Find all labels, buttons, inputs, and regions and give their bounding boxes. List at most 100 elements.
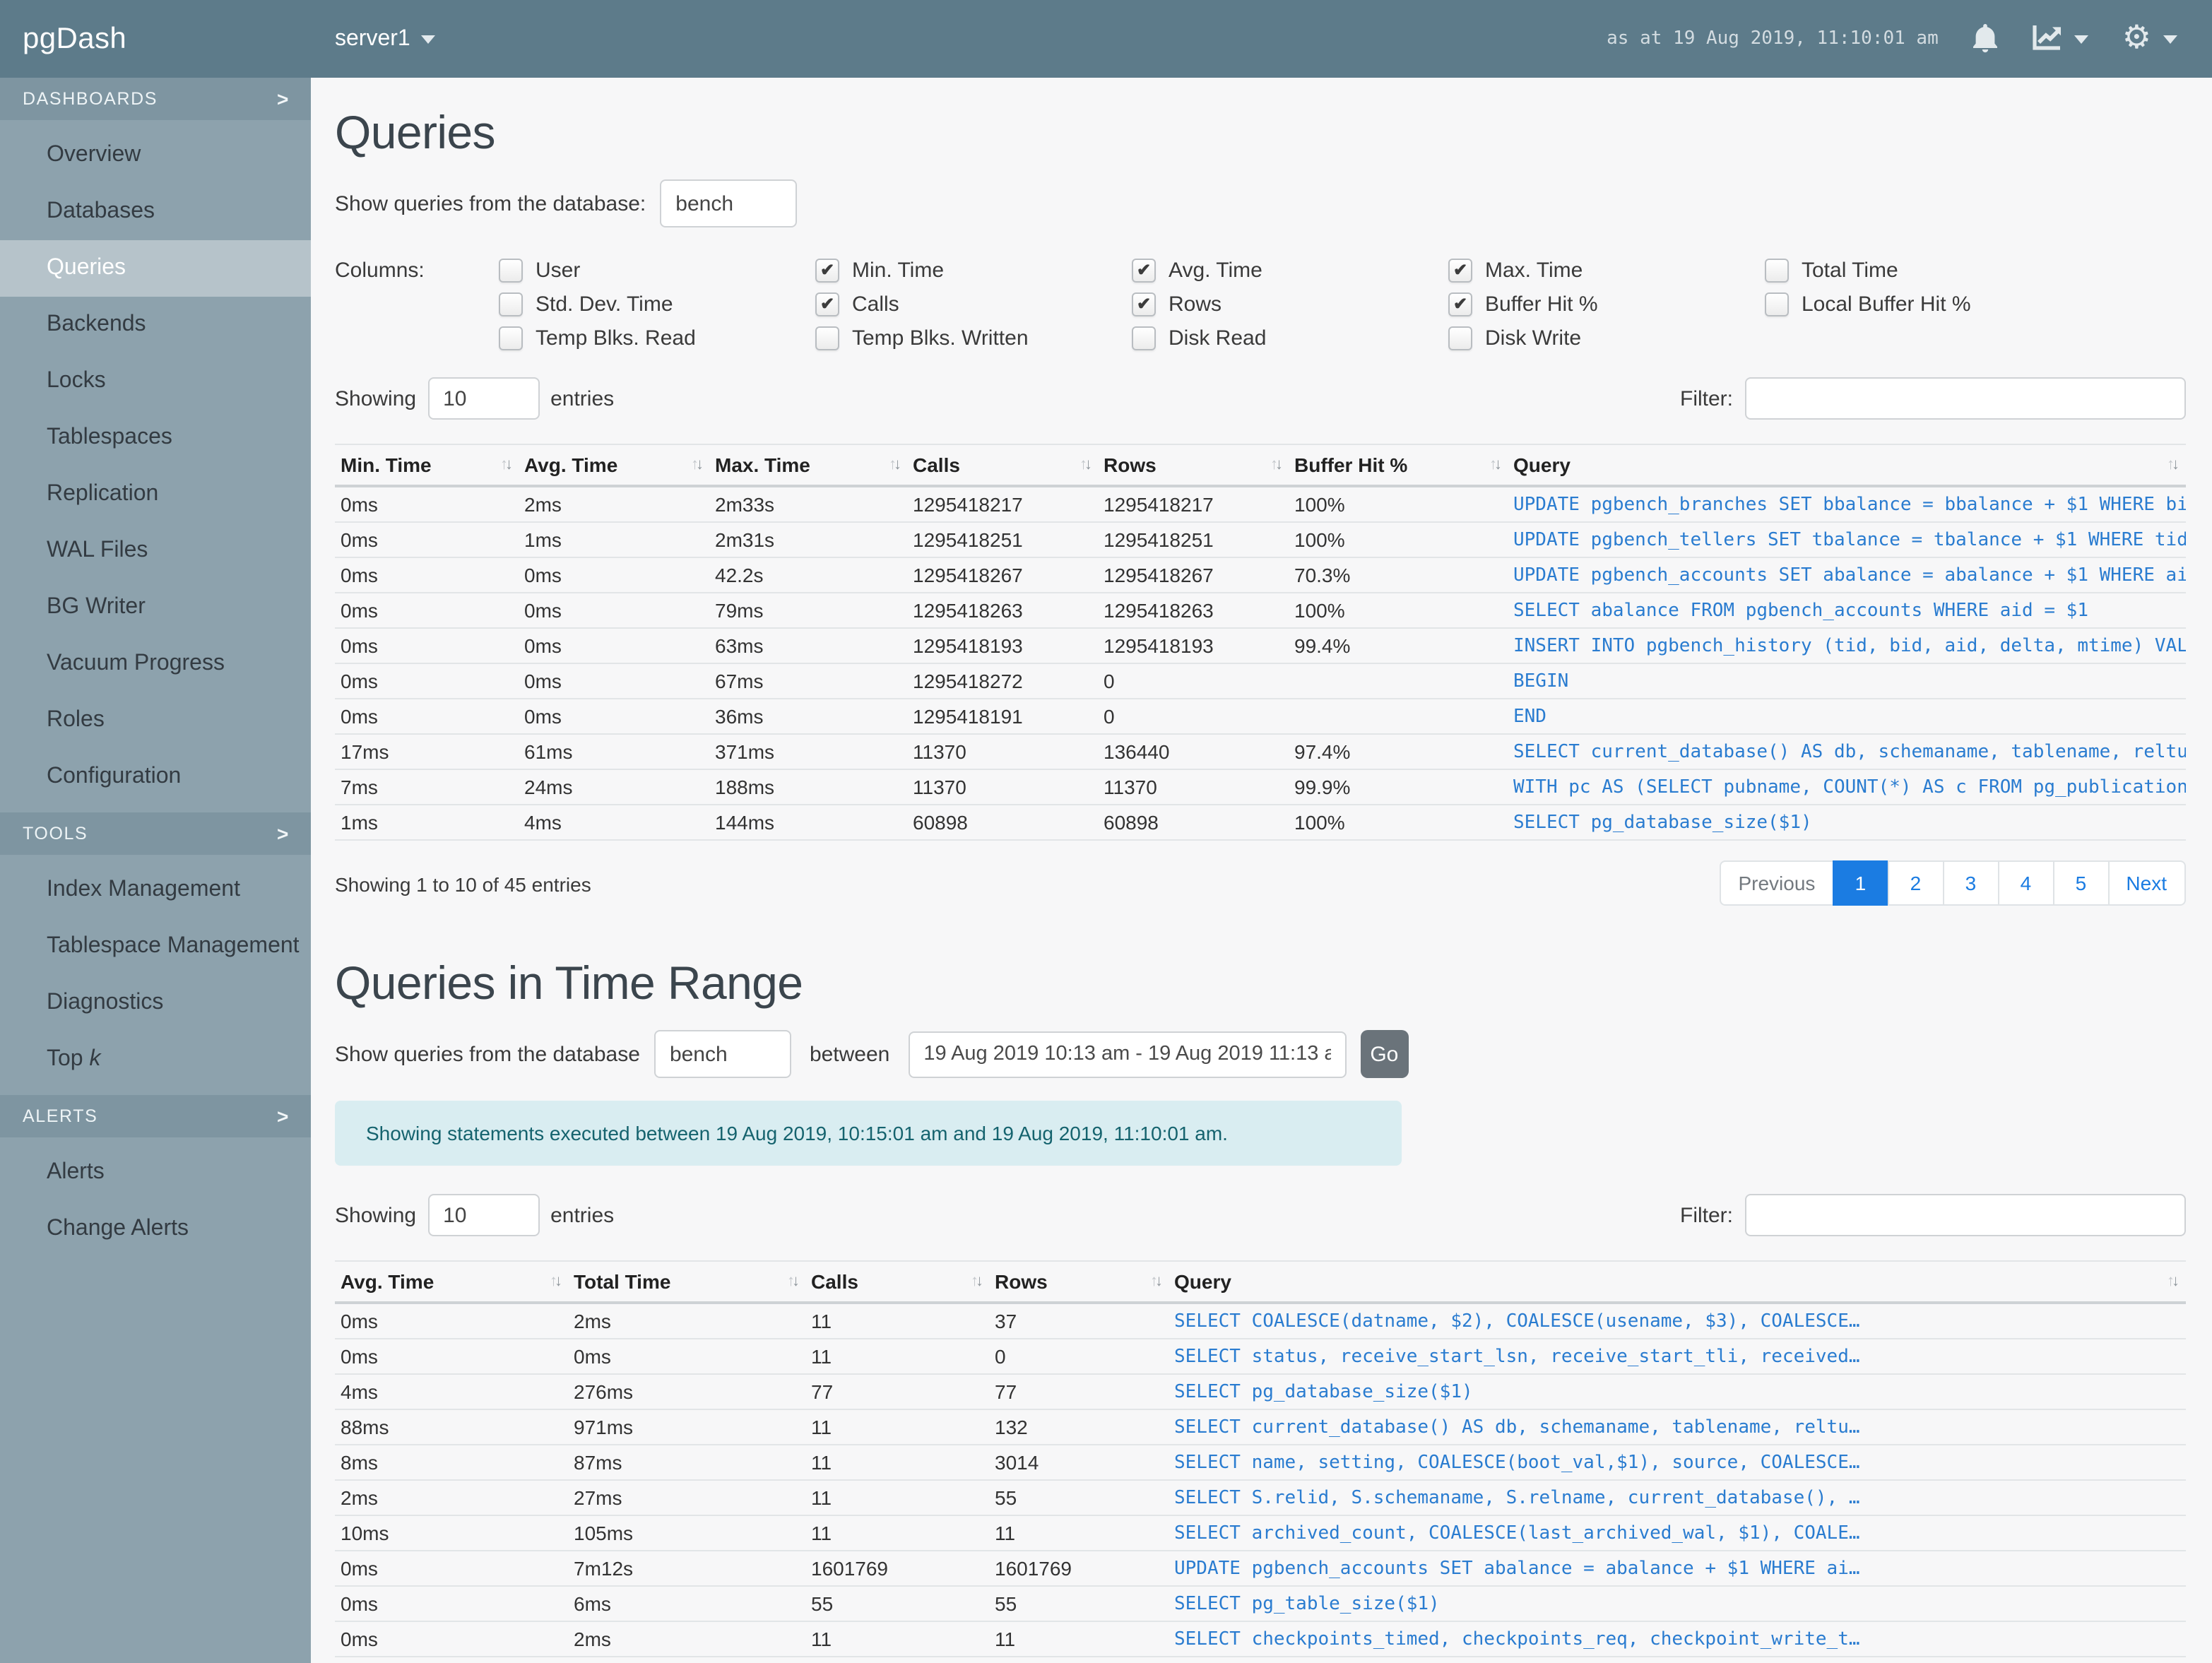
sidebar-section-dashboards[interactable]: DASHBOARDS > bbox=[0, 78, 311, 120]
checkbox-temp-blks-written[interactable] bbox=[815, 326, 839, 350]
query-link[interactable]: SELECT COALESCE(datname, $2), COALESCE(u… bbox=[1174, 1311, 1860, 1332]
checkbox-rows[interactable] bbox=[1132, 292, 1156, 316]
sort-icon[interactable]: ↑↓ bbox=[1150, 1273, 1163, 1290]
pagination-page-4[interactable]: 4 bbox=[1997, 860, 2054, 906]
sort-icon[interactable]: ↑↓ bbox=[691, 456, 704, 473]
pagination-page-1[interactable]: 1 bbox=[1832, 860, 1889, 906]
sidebar-item-replication[interactable]: Replication bbox=[0, 466, 311, 523]
sidebar-item-queries[interactable]: Queries bbox=[0, 240, 311, 297]
column-header-rows[interactable]: Rows ↑↓ bbox=[989, 1260, 1169, 1304]
sort-icon[interactable]: ↑↓ bbox=[500, 456, 513, 473]
checkbox-user[interactable] bbox=[499, 258, 523, 282]
sidebar-section-alerts[interactable]: ALERTS > bbox=[0, 1095, 311, 1137]
column-header-min-time[interactable]: Min. Time ↑↓ bbox=[335, 444, 519, 487]
cell-total-time: 105ms bbox=[568, 1515, 805, 1551]
query-link[interactable]: UPDATE pgbench_tellers SET tbalance = tb… bbox=[1513, 530, 2185, 551]
sort-icon[interactable]: ↑↓ bbox=[971, 1273, 983, 1290]
column-header-max-time[interactable]: Max. Time ↑↓ bbox=[709, 444, 907, 487]
query-link[interactable]: SELECT checkpoints_timed, checkpoints_re… bbox=[1174, 1629, 1860, 1650]
query-link[interactable]: WITH pc AS (SELECT pubname, COUNT(*) AS … bbox=[1513, 777, 2185, 798]
query-link[interactable]: SELECT name, setting, COALESCE(boot_val,… bbox=[1174, 1452, 1860, 1474]
filter-input-2[interactable] bbox=[1744, 1194, 2185, 1236]
column-header-query[interactable]: Query ↑↓ bbox=[1508, 444, 2185, 487]
sidebar-item-databases[interactable]: Databases bbox=[0, 184, 311, 240]
column-header-buffer-hit[interactable]: Buffer Hit % ↑↓ bbox=[1289, 444, 1508, 487]
query-link[interactable]: INSERT INTO pgbench_history (tid, bid, a… bbox=[1513, 636, 2185, 657]
query-link[interactable]: UPDATE pgbench_accounts SET abalance = a… bbox=[1174, 1558, 1860, 1580]
column-header-avg-time[interactable]: Avg. Time ↑↓ bbox=[519, 444, 709, 487]
sidebar-section-tools[interactable]: TOOLS > bbox=[0, 812, 311, 855]
sort-icon[interactable]: ↑↓ bbox=[1080, 456, 1092, 473]
sidebar-item-index-management[interactable]: Index Management bbox=[0, 862, 311, 918]
sidebar-item-wal-files[interactable]: WAL Files bbox=[0, 523, 311, 579]
sidebar-item-bg-writer[interactable]: BG Writer bbox=[0, 579, 311, 636]
column-header-calls[interactable]: Calls ↑↓ bbox=[907, 444, 1098, 487]
sort-icon[interactable]: ↑↓ bbox=[550, 1273, 562, 1290]
checkbox-local-buffer-hit[interactable] bbox=[1765, 292, 1789, 316]
sidebar-item-tablespaces[interactable]: Tablespaces bbox=[0, 410, 311, 466]
sidebar-item-tablespace-management[interactable]: Tablespace Management bbox=[0, 918, 311, 975]
sidebar-item-alerts[interactable]: Alerts bbox=[0, 1144, 311, 1201]
query-link[interactable]: SELECT archived_count, COALESCE(last_arc… bbox=[1174, 1523, 1860, 1544]
checkbox-disk-read[interactable] bbox=[1132, 326, 1156, 350]
query-link[interactable]: SELECT status, receive_start_lsn, receiv… bbox=[1174, 1347, 1860, 1368]
sidebar-item-overview[interactable]: Overview bbox=[0, 127, 311, 184]
column-header-avg-time[interactable]: Avg. Time ↑↓ bbox=[335, 1260, 568, 1304]
checkbox-std-dev-time[interactable] bbox=[499, 292, 523, 316]
sidebar-item-locks[interactable]: Locks bbox=[0, 353, 311, 410]
sort-icon[interactable]: ↑↓ bbox=[1270, 456, 1283, 473]
database-input[interactable] bbox=[660, 179, 798, 227]
sort-icon[interactable]: ↑↓ bbox=[2167, 1273, 2180, 1290]
query-link[interactable]: SELECT pg_database_size($1) bbox=[1174, 1382, 1473, 1403]
pagination-page-5[interactable]: 5 bbox=[2052, 860, 2110, 906]
pagination-previous[interactable]: Previous bbox=[1720, 860, 1834, 906]
filter-input[interactable] bbox=[1744, 377, 2185, 420]
sidebar-item-roles[interactable]: Roles bbox=[0, 692, 311, 749]
checkbox-avg-time[interactable] bbox=[1132, 258, 1156, 282]
sort-icon[interactable]: ↑↓ bbox=[889, 456, 901, 473]
sort-icon[interactable]: ↑↓ bbox=[2167, 456, 2180, 473]
query-link[interactable]: BEGIN bbox=[1513, 671, 1568, 692]
checkbox-calls[interactable] bbox=[815, 292, 839, 316]
sort-icon[interactable]: ↑↓ bbox=[787, 1273, 800, 1290]
query-link[interactable]: SELECT pg_database_size($1) bbox=[1513, 812, 1812, 834]
checkbox-temp-blks-read[interactable] bbox=[499, 326, 523, 350]
sidebar-item-vacuum-progress[interactable]: Vacuum Progress bbox=[0, 636, 311, 692]
database-input-2[interactable] bbox=[653, 1030, 791, 1078]
query-link[interactable]: UPDATE pgbench_branches SET bbalance = b… bbox=[1513, 495, 2185, 516]
sidebar-item-backends[interactable]: Backends bbox=[0, 297, 311, 353]
query-link[interactable]: SELECT current_database() AS db, scheman… bbox=[1174, 1417, 1860, 1438]
query-link[interactable]: SELECT current_database() AS db, scheman… bbox=[1513, 742, 2185, 763]
pagination-page-3[interactable]: 3 bbox=[1942, 860, 1999, 906]
checkbox-min-time[interactable] bbox=[815, 258, 839, 282]
query-link[interactable]: SELECT pg_table_size($1) bbox=[1174, 1594, 1440, 1615]
query-link[interactable]: SELECT S.relid, S.schemaname, S.relname,… bbox=[1174, 1488, 1860, 1509]
query-link[interactable]: SELECT abalance FROM pgbench_accounts WH… bbox=[1513, 600, 2088, 622]
page-size-input[interactable] bbox=[427, 377, 540, 420]
sidebar-item-change-alerts[interactable]: Change Alerts bbox=[0, 1201, 311, 1257]
sort-icon[interactable]: ↑↓ bbox=[1489, 456, 1502, 473]
cell-rows: 11 bbox=[989, 1621, 1169, 1657]
sidebar-item-top-k[interactable]: Top k bbox=[0, 1031, 311, 1088]
query-link[interactable]: UPDATE pgbench_accounts SET abalance = a… bbox=[1513, 565, 2185, 586]
query-link[interactable]: END bbox=[1513, 706, 1546, 728]
page-size-input-2[interactable] bbox=[427, 1194, 540, 1236]
notifications-button[interactable] bbox=[1973, 24, 1998, 54]
checkbox-total-time[interactable] bbox=[1765, 258, 1789, 282]
settings-menu-button[interactable]: ⚙ bbox=[2122, 22, 2177, 55]
checkbox-buffer-hit[interactable] bbox=[1448, 292, 1472, 316]
column-header-total-time[interactable]: Total Time ↑↓ bbox=[568, 1260, 805, 1304]
column-header-rows[interactable]: Rows ↑↓ bbox=[1098, 444, 1289, 487]
checkbox-max-time[interactable] bbox=[1448, 258, 1472, 282]
column-header-query[interactable]: Query ↑↓ bbox=[1169, 1260, 2185, 1304]
pagination-page-2[interactable]: 2 bbox=[1887, 860, 1944, 906]
column-header-calls[interactable]: Calls ↑↓ bbox=[805, 1260, 989, 1304]
sidebar-item-diagnostics[interactable]: Diagnostics bbox=[0, 975, 311, 1031]
go-button[interactable]: Go bbox=[1360, 1030, 1409, 1078]
charts-menu-button[interactable] bbox=[2032, 25, 2088, 52]
sidebar-item-configuration[interactable]: Configuration bbox=[0, 749, 311, 805]
checkbox-disk-write[interactable] bbox=[1448, 326, 1472, 350]
pagination-next[interactable]: Next bbox=[2107, 860, 2185, 906]
time-range-input[interactable] bbox=[908, 1031, 1347, 1077]
server-selector[interactable]: server1 bbox=[335, 26, 436, 52]
